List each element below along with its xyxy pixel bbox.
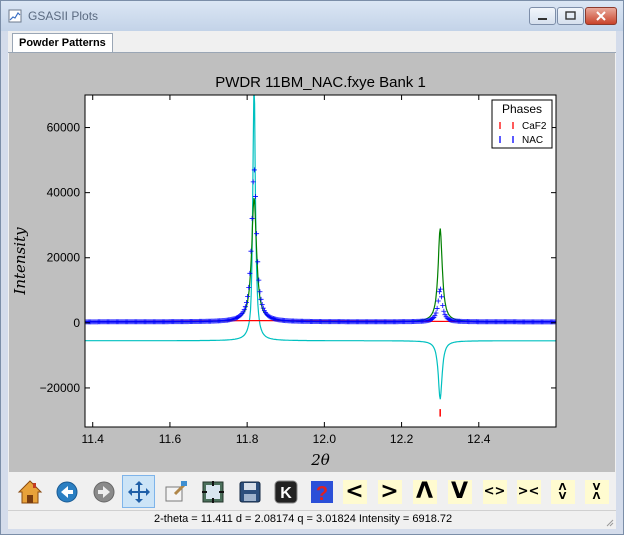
minimize-button[interactable] (529, 7, 556, 25)
status-bar: 2-theta = 11.411 d = 2.08174 q = 3.01824… (8, 510, 616, 529)
contract-x-label: >< (516, 479, 541, 504)
y-tick-label: 20000 (47, 251, 81, 265)
shift-right-button[interactable]: > (373, 475, 406, 508)
y-tick-label: 60000 (47, 121, 81, 135)
d-label: d = (235, 513, 252, 525)
intensity-value: 6918.72 (412, 513, 453, 525)
save-button[interactable] (233, 475, 266, 508)
two-theta-label: 2-theta = (154, 513, 198, 525)
configure-subplots-button[interactable] (196, 475, 229, 508)
app-icon (8, 9, 22, 23)
key-button[interactable]: K (269, 475, 302, 508)
home-icon (17, 479, 42, 503)
save-icon (239, 481, 260, 502)
close-icon (596, 11, 606, 21)
pan-icon (127, 480, 150, 503)
expand-x-button[interactable]: <> (478, 475, 511, 508)
forward-button[interactable] (87, 475, 120, 508)
shift-down-label: V (447, 479, 472, 504)
pan-button[interactable] (122, 475, 155, 508)
expand-y-label: Λ V (550, 479, 575, 504)
shift-down-button[interactable]: V (443, 475, 476, 508)
q-label: q = (297, 513, 313, 525)
resize-grip-icon[interactable] (604, 517, 614, 527)
help-icon-label: ? (315, 483, 327, 505)
key-icon-label: K (280, 485, 292, 502)
contract-y-button[interactable]: V Λ (580, 475, 613, 508)
minimize-icon (538, 18, 547, 20)
help-icon: ? (310, 480, 333, 505)
help-button[interactable]: ? (305, 475, 338, 508)
maximize-button[interactable] (557, 7, 584, 25)
forward-arrow-icon (93, 481, 114, 502)
tab-powder-patterns[interactable]: Powder Patterns (12, 33, 113, 53)
plot-canvas[interactable]: 11.4 11.6 11.8 12.0 12.2 12.4 −20000 0 20000 4000… (9, 53, 615, 472)
shift-up-button[interactable]: Λ (408, 475, 441, 508)
x-tick-label: 12.0 (313, 432, 337, 446)
plot-window: GSASII Plots Powder Patterns 11.4 11.6 11.… (0, 0, 624, 535)
plot-toolbar: K ? < > Λ V <> >< Λ V V Λ (9, 472, 615, 510)
cursor-readout: 2-theta = 11.411 d = 2.08174 q = 3.01824… (154, 513, 452, 525)
chart-title: PWDR 11BM_NAC.fxye Bank 1 (215, 74, 426, 91)
subplots-icon (201, 480, 224, 503)
y-axis-label: Intensity (11, 227, 29, 296)
contract-x-button[interactable]: >< (512, 475, 545, 508)
legend-title: Phases (502, 102, 542, 116)
q-value: 3.01824 (316, 513, 356, 525)
close-button[interactable] (585, 7, 617, 25)
x-tick-label: 12.4 (467, 432, 491, 446)
shift-left-button[interactable]: < (338, 475, 371, 508)
window-title: GSASII Plots (28, 9, 99, 23)
contract-y-label: V Λ (584, 479, 609, 504)
shift-left-label: < (342, 479, 367, 504)
content-area: Powder Patterns 11.4 11.6 11.8 12.0 12.2 12.4… (8, 31, 616, 529)
intensity-label: Intensity = (358, 513, 410, 525)
x-tick-label: 12.2 (390, 432, 414, 446)
legend-label: CaF2 (522, 121, 547, 132)
title-bar[interactable]: GSASII Plots (1, 1, 623, 31)
back-button[interactable] (50, 475, 83, 508)
legend-label: NAC (522, 135, 543, 146)
shift-right-label: > (377, 479, 402, 504)
shift-up-label: Λ (412, 479, 437, 504)
expand-x-label: <> (482, 479, 507, 504)
powder-pattern-chart[interactable]: 11.4 11.6 11.8 12.0 12.2 12.4 −20000 0 20000 4000… (9, 53, 615, 472)
d-value: 2.08174 (254, 513, 295, 525)
zoom-button[interactable] (159, 475, 192, 508)
y-tick-label: 40000 (47, 186, 81, 200)
x-tick-label: 11.4 (81, 432, 104, 446)
expand-y-button[interactable]: Λ V (546, 475, 579, 508)
y-tick-label: −20000 (40, 381, 81, 395)
y-tick-label: 0 (73, 316, 80, 330)
zoom-icon (165, 480, 187, 501)
x-tick-label: 11.8 (236, 432, 259, 446)
x-axis-label: 2θ (310, 451, 330, 469)
two-theta-value: 11.411 (200, 513, 233, 525)
maximize-icon (565, 11, 576, 20)
axes-background (85, 95, 556, 427)
key-icon: K (274, 480, 297, 503)
home-button[interactable] (13, 475, 46, 508)
back-arrow-icon (56, 481, 77, 502)
x-tick-label: 11.6 (159, 432, 182, 446)
